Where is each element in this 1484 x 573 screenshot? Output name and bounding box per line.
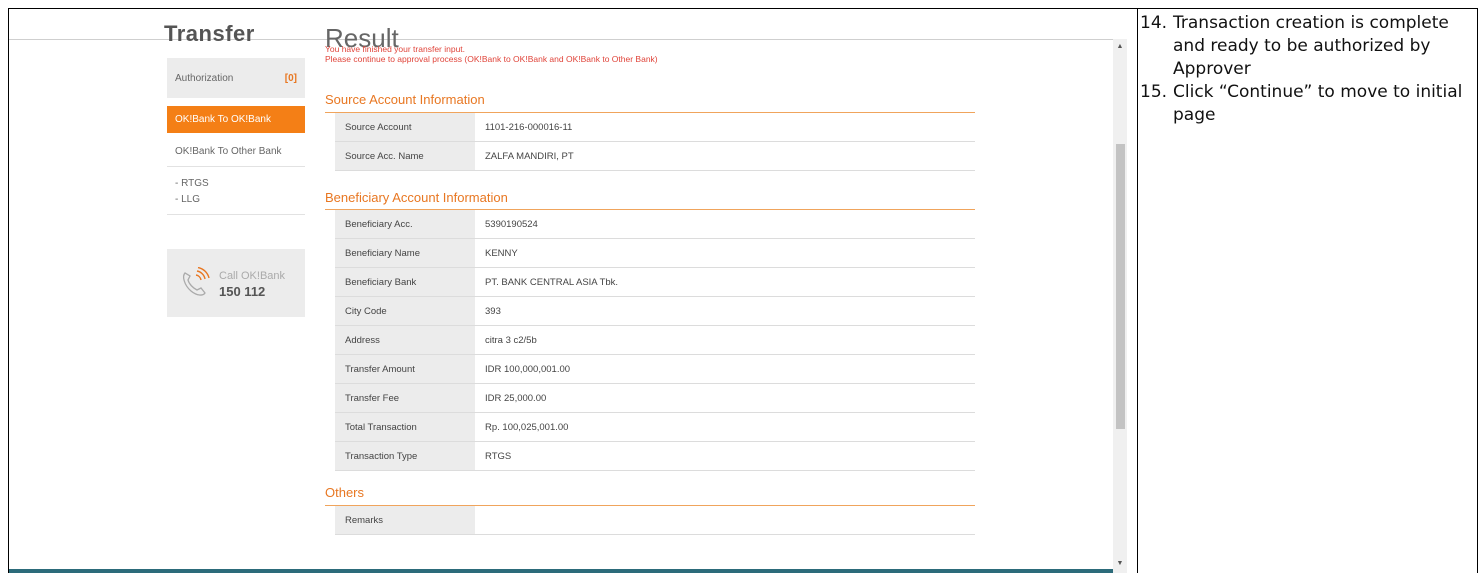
sidebar-title: Transfer bbox=[164, 21, 255, 46]
table-row: Remarks bbox=[335, 506, 975, 535]
instruction-list: 14. Transaction creation is complete and… bbox=[1140, 12, 1475, 127]
call-number: 150 112 bbox=[219, 284, 266, 299]
table-row: Address citra 3 c2/5b bbox=[335, 326, 975, 355]
row-value: RTGS bbox=[485, 451, 512, 462]
sidebar-item-okbank-to-okbank[interactable]: OK!Bank To OK!Bank bbox=[167, 106, 305, 133]
row-label: Transaction Type bbox=[335, 442, 475, 470]
row-value: PT. BANK CENTRAL ASIA Tbk. bbox=[485, 277, 619, 288]
result-message-line2: Please continue to approval process (OK!… bbox=[325, 54, 658, 64]
section-title-beneficiary: Beneficiary Account Information bbox=[325, 190, 508, 205]
table-row: Source Acc. Name ZALFA MANDIRI, PT bbox=[335, 142, 975, 171]
authorization-label: Authorization bbox=[175, 73, 234, 84]
section-title-others: Others bbox=[325, 485, 365, 500]
sidebar-item-authorization[interactable]: Authorization [0] bbox=[167, 58, 305, 98]
scrollbar-thumb[interactable] bbox=[1116, 144, 1125, 429]
row-label: Address bbox=[335, 326, 475, 354]
instruction-number: 14. bbox=[1140, 13, 1168, 33]
row-value: KENNY bbox=[485, 248, 518, 259]
table-row: Transfer Amount IDR 100,000,001.00 bbox=[335, 355, 975, 384]
call-center-box: Call OK!Bank 150 112 bbox=[167, 249, 305, 317]
sidebar-item-okbank-to-other-bank[interactable]: OK!Bank To Other Bank bbox=[175, 146, 282, 157]
bank-screenshot: Transfer Result Authorization [0] OK!Ban… bbox=[9, 9, 1127, 573]
table-column-divider bbox=[1137, 9, 1138, 573]
row-label: Total Transaction bbox=[335, 413, 475, 441]
scroll-up-arrow-icon[interactable]: ▲ bbox=[1113, 40, 1127, 54]
scroll-down-arrow-icon[interactable]: ▼ bbox=[1113, 557, 1127, 571]
row-label: Beneficiary Name bbox=[335, 239, 475, 267]
row-label: Source Account bbox=[335, 113, 475, 141]
phone-icon bbox=[179, 266, 213, 302]
table-row: Beneficiary Bank PT. BANK CENTRAL ASIA T… bbox=[335, 268, 975, 297]
instruction-item: 14. Transaction creation is complete and… bbox=[1140, 12, 1475, 81]
row-value: Rp. 100,025,001.00 bbox=[485, 422, 569, 433]
sidebar-divider bbox=[167, 214, 305, 215]
row-label: City Code bbox=[335, 297, 475, 325]
instruction-number: 15. bbox=[1140, 82, 1168, 102]
row-label: Transfer Fee bbox=[335, 384, 475, 412]
row-label: Source Acc. Name bbox=[335, 142, 475, 170]
row-value: 1101-216-000016-11 bbox=[485, 122, 573, 133]
table-row: City Code 393 bbox=[335, 297, 975, 326]
result-message-line1: You have finished your transfer input. bbox=[325, 44, 466, 54]
instruction-text: Click “Continue” to move to initial page bbox=[1173, 82, 1463, 125]
table-row: Beneficiary Acc. 5390190524 bbox=[335, 210, 975, 239]
row-value: ZALFA MANDIRI, PT bbox=[485, 151, 574, 162]
row-value: IDR 100,000,001.00 bbox=[485, 364, 571, 375]
section-title-source: Source Account Information bbox=[325, 92, 485, 107]
row-value: citra 3 c2/5b bbox=[485, 335, 537, 346]
sidebar-item-llg[interactable]: - LLG bbox=[175, 194, 200, 205]
table-row: Source Account 1101-216-000016-11 bbox=[335, 113, 975, 142]
footer-strip bbox=[9, 569, 1113, 573]
row-value: 5390190524 bbox=[485, 219, 538, 230]
sidebar-item-rtgs[interactable]: - RTGS bbox=[175, 178, 209, 189]
call-label: Call OK!Bank bbox=[219, 270, 286, 282]
table-row: Total Transaction Rp. 100,025,001.00 bbox=[335, 413, 975, 442]
row-value: 393 bbox=[485, 306, 501, 317]
row-label: Remarks bbox=[335, 506, 475, 534]
sidebar-divider bbox=[167, 166, 305, 167]
row-label: Beneficiary Bank bbox=[335, 268, 475, 296]
table-row: Beneficiary Name KENNY bbox=[335, 239, 975, 268]
row-value: IDR 25,000.00 bbox=[485, 393, 547, 404]
instruction-item: 15. Click “Continue” to move to initial … bbox=[1140, 81, 1475, 127]
instruction-text: Transaction creation is complete and rea… bbox=[1173, 13, 1449, 79]
table-row: Transfer Fee IDR 25,000.00 bbox=[335, 384, 975, 413]
table-row: Transaction Type RTGS bbox=[335, 442, 975, 471]
row-label: Transfer Amount bbox=[335, 355, 475, 383]
authorization-count-badge: [0] bbox=[284, 73, 297, 84]
row-label: Beneficiary Acc. bbox=[335, 210, 475, 238]
